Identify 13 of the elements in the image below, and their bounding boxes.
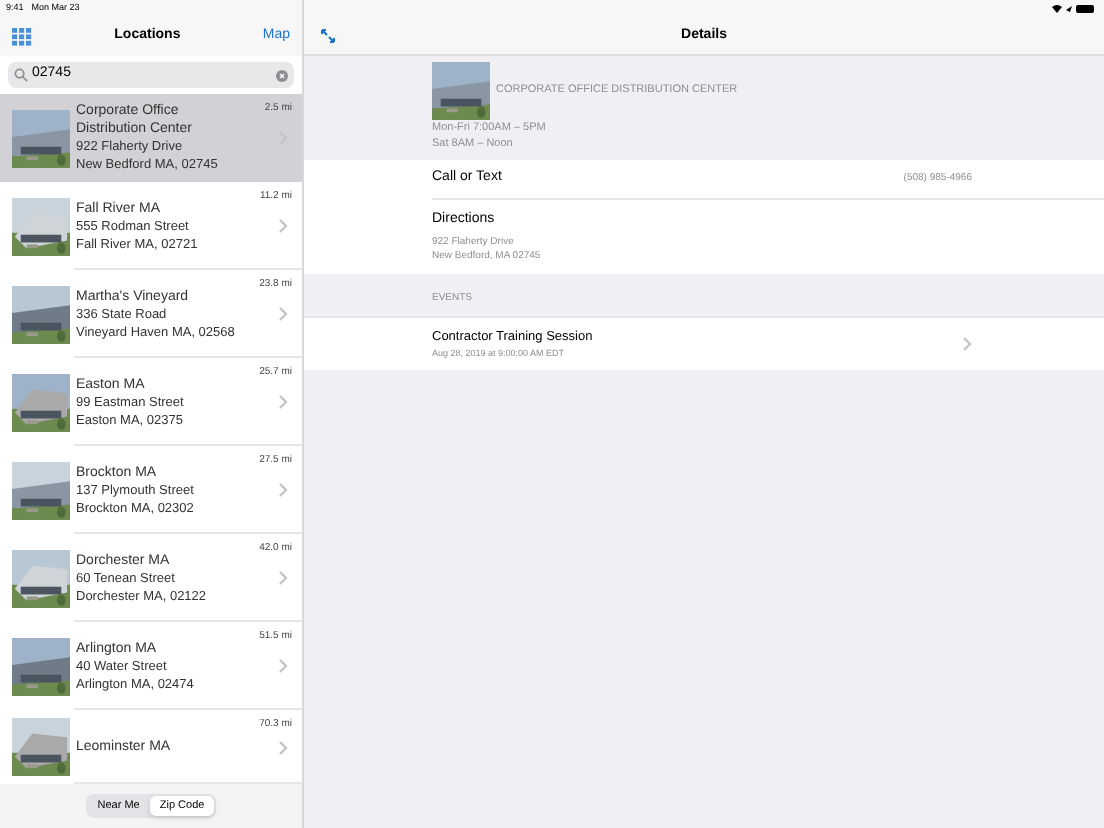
search-icon — [14, 68, 28, 82]
status-icons — [1052, 4, 1096, 14]
clear-icon[interactable] — [276, 69, 288, 81]
chevron-right-icon — [962, 336, 972, 352]
chevron-right-icon — [278, 306, 288, 322]
chevron-right-icon — [278, 394, 288, 410]
chevron-right-icon — [278, 739, 288, 755]
expand-icon[interactable] — [320, 28, 336, 44]
chevron-right-icon — [278, 658, 288, 674]
grid-icon[interactable] — [12, 28, 32, 46]
chevron-right-icon — [278, 482, 288, 498]
chevron-right-icon — [278, 218, 288, 234]
chevron-right-icon — [278, 570, 288, 586]
